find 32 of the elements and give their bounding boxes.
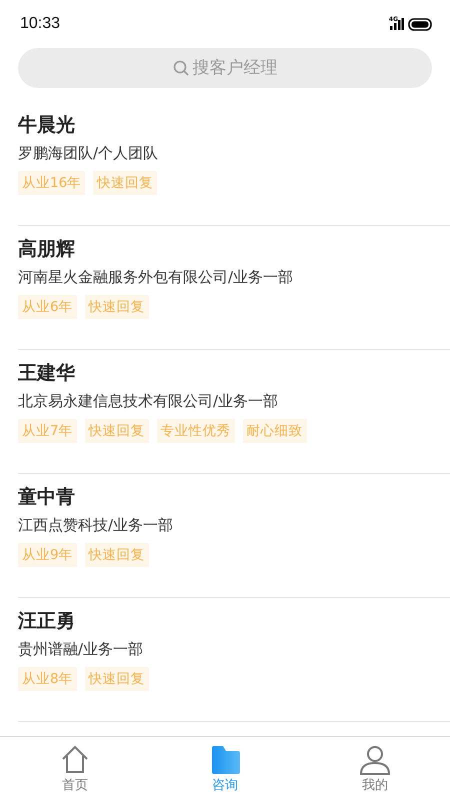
tag: 快速回复 xyxy=(93,171,158,195)
tab[interactable]: 我的 xyxy=(300,737,450,800)
tag: 专业性优秀 xyxy=(156,419,235,443)
status-time: 10:33 xyxy=(20,15,60,33)
advisor-company: 罗鹏海团队/个人团队 xyxy=(18,143,158,163)
signal-icon xyxy=(390,18,404,30)
search-field[interactable]: 搜客户经理 xyxy=(18,48,432,88)
tab[interactable]: 首页 xyxy=(0,737,150,800)
advisor-name[interactable]: 高朋辉 xyxy=(18,236,75,262)
tag: 快速回复 xyxy=(84,543,149,567)
tag: 快速回复 xyxy=(84,667,149,691)
advisor-company: 贵州谱融/业务一部 xyxy=(18,639,144,659)
search-icon xyxy=(173,60,189,76)
tag: 从业6年 xyxy=(18,295,77,319)
advisor-name[interactable]: 汪正勇 xyxy=(18,608,75,634)
battery-icon xyxy=(408,18,432,30)
advisor-name[interactable]: 牛晨光 xyxy=(18,112,75,138)
tag: 快速回复 xyxy=(84,419,149,443)
tag: 从业9年 xyxy=(18,543,77,567)
advisor-name[interactable]: 童中青 xyxy=(18,484,75,510)
advisor-name[interactable]: 王建华 xyxy=(18,360,75,386)
tag: 快速回复 xyxy=(84,295,149,319)
advisor-company: 河南星火金融服务外包有限公司/业务一部 xyxy=(18,267,294,287)
tag: 耐心细致 xyxy=(242,419,307,443)
tag: 从业16年 xyxy=(18,171,86,195)
tag: 从业7年 xyxy=(18,419,77,443)
folder-icon xyxy=(210,744,240,775)
advisor-company: 江西点赞科技/业务一部 xyxy=(18,515,174,535)
tag: 从业8年 xyxy=(18,667,77,691)
person-icon xyxy=(360,744,390,775)
home-icon xyxy=(60,744,90,775)
advisor-company: 北京易永建信息技术有限公司/业务一部 xyxy=(18,391,278,411)
